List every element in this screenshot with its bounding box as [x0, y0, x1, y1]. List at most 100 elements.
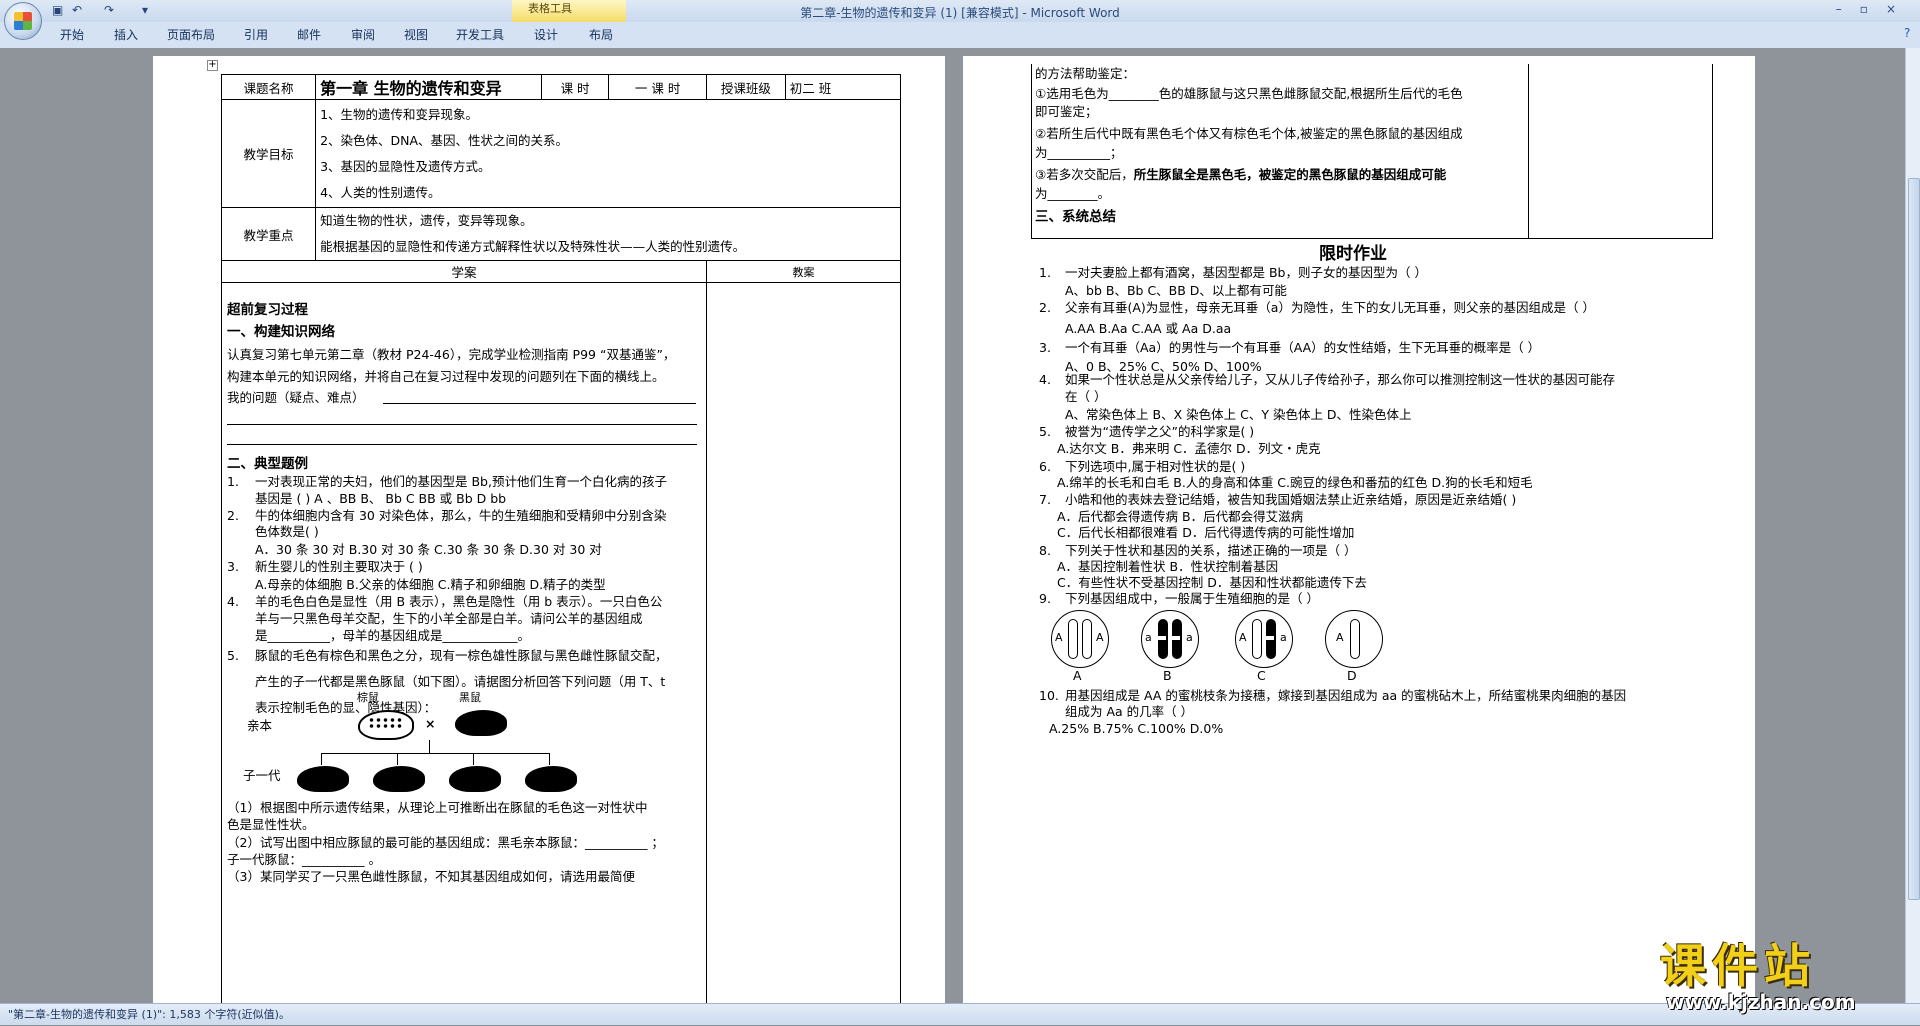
table-divider	[1528, 64, 1529, 238]
hw-number: 10.	[1039, 688, 1059, 703]
chromosome-band	[1266, 636, 1274, 640]
question-text: 羊与一只黑色母羊交配，生下的小羊全部是白羊。请问公羊的基因组成	[255, 611, 643, 626]
paragraph: 为__________；	[1035, 145, 1123, 160]
hw-number: 4.	[1039, 372, 1051, 387]
tab-insert[interactable]: 插入	[114, 26, 138, 43]
class-value: 初二 班	[784, 74, 902, 100]
tab-view[interactable]: 视图	[404, 26, 428, 43]
question-text: 基因是 ( ) A 、BB B、 Bb C BB 或 Bb D bb	[255, 491, 507, 506]
chromosome-icon	[1068, 619, 1078, 659]
page-2[interactable]: 的方法帮助鉴定： ①选用毛色为________色的雄豚鼠与这只黑色雌豚鼠交配,根…	[963, 56, 1755, 1003]
jiaoan-content-cell	[706, 282, 901, 1003]
black-guinea-pig-icon	[297, 766, 349, 792]
gene-label: a	[1145, 631, 1152, 644]
chromosome-icon	[1252, 619, 1262, 659]
hw-options: A．基因控制着性状 B．性状控制着基因	[1057, 559, 1279, 574]
chromosome-icon	[1172, 619, 1182, 659]
question-number: 5.	[227, 648, 239, 663]
question-text: 表示控制毛色的显、隐性基因）：	[255, 700, 437, 715]
status-bar: "第二章-生物的遗传和变异 (1)": 1,583 个字符(近似值)。	[0, 1003, 1920, 1025]
tab-design[interactable]: 设计	[534, 26, 558, 43]
paragraph: 的方法帮助鉴定：	[1035, 66, 1136, 81]
label-brown-guinea-pig: 棕鼠	[357, 691, 379, 704]
tab-references[interactable]: 引用	[244, 26, 268, 43]
chromosome-icon	[1266, 619, 1276, 659]
maximize-button[interactable]: ▫	[1860, 2, 1886, 16]
ribbon-tab-bar: 开始 插入 页面布局 引用 邮件 审阅 视图 开发工具 设计 布局 ?	[0, 22, 1920, 49]
hw-question: 一个有耳垂（Aa）的男性与一个有耳垂（AA）的女性结婚，生下无耳垂的概率是（ ）	[1065, 340, 1541, 355]
window-controls: –▫×	[1836, 2, 1914, 16]
question-text: 羊的毛色白色是显性（用 B 表示），黑色是隐性（用 b 表示）。一只白色公	[255, 594, 663, 609]
watermark-url: www.kjzhan.com	[1666, 990, 1856, 1014]
goals-cell: 1、生物的遗传和变异现象。 2、染色体、DNA、基因、性状之间的关系。 3、基因…	[315, 99, 901, 208]
answer-line	[383, 403, 696, 404]
goals-label: 教学目标	[220, 99, 317, 208]
paragraph-bold: 所生豚鼠全是黑色毛，被鉴定的黑色豚鼠的基因组成可能	[1133, 167, 1447, 182]
table-move-handle-icon[interactable]: +	[207, 60, 218, 71]
hw-options: A.25% B.75% C.100% D.0%	[1049, 721, 1224, 736]
tab-review[interactable]: 审阅	[351, 26, 375, 43]
sub-question: （3）某同学买了一只黑色雌性豚鼠，不知其基因组成如何，请选用最简便	[227, 869, 635, 884]
paragraph: 认真复习第七单元第二章（教材 P24-46），完成学业检测指南 P99 “双基通…	[227, 347, 676, 362]
hw-number: 7.	[1039, 492, 1051, 507]
cell-diagram-d: A	[1325, 610, 1383, 668]
question-text: 豚鼠的毛色有棕色和黑色之分，现有一棕色雄性豚鼠与黑色雌性豚鼠交配，	[255, 648, 668, 663]
document-area: + 课题名称 第一章 生物的遗传和变异 课 时 一 课 时 授课班级 初二 班 …	[0, 48, 1905, 1003]
gene-label: A	[1096, 631, 1104, 644]
pedigree-line	[473, 753, 474, 765]
hw-question: 下列基因组成中，一般属于生殖细胞的是（ ）	[1065, 591, 1319, 606]
page-1[interactable]: + 课题名称 第一章 生物的遗传和变异 课 时 一 课 时 授课班级 初二 班 …	[153, 56, 945, 1003]
black-guinea-pig-icon	[525, 766, 577, 792]
goal-item: 2、染色体、DNA、基因、性状之间的关系。	[320, 132, 569, 148]
question-options: A.母亲的体细胞 B.父亲的体细胞 C.精子和卵细胞 D.精子的类型	[255, 577, 606, 592]
tab-layout[interactable]: 布局	[589, 26, 613, 43]
hw-options: A.AA B.Aa C.AA 或 Aa D.aa	[1065, 321, 1232, 336]
chromosome-band	[1172, 636, 1180, 640]
focus-cell: 知道生物的性状，遗传，变异等现象。 能根据基因的显隐性和传递方式解释性状以及特殊…	[315, 207, 901, 261]
label-black-guinea-pig: 黑鼠	[459, 691, 481, 704]
tab-developer[interactable]: 开发工具	[456, 26, 504, 43]
sub-question: 子一代豚鼠：__________ 。	[227, 852, 381, 867]
tab-mailings[interactable]: 邮件	[297, 26, 321, 43]
chromosome-icon	[1082, 619, 1092, 659]
hw-options: A、常染色体上 B、X 染色体上 C、Y 染色体上 D、性染色体上	[1065, 407, 1412, 422]
offspring-label: 子一代	[243, 768, 281, 783]
hw-number: 3.	[1039, 340, 1051, 355]
office-logo-icon	[14, 12, 32, 30]
my-questions-label: 我的问题（疑点、难点）	[227, 390, 365, 405]
paragraph-start: ③若多次交配后，	[1035, 167, 1134, 182]
tab-home[interactable]: 开始	[60, 26, 84, 43]
question-text: 牛的体细胞内含有 30 对染色体，那么，牛的生殖细胞和受精卵中分别含染	[255, 508, 667, 523]
chromosome-band	[1158, 636, 1166, 640]
pedigree-line	[549, 753, 550, 765]
section-typical-examples: 二、典型题例	[227, 456, 308, 472]
cell-diagram-a: A A	[1051, 610, 1109, 668]
question-text: 产生的子一代都是黑色豚鼠（如下图）。请据图分析回答下列问题（用 T、t	[255, 674, 666, 689]
pedigree-line	[397, 753, 398, 765]
paragraph: ②若所生后代中既有黑色毛个体又有棕色毛个体,被鉴定的黑色豚鼠的基因组成	[1035, 126, 1463, 141]
hw-question: 一对夫妻脸上都有酒窝，基因型都是 Bb，则子女的基因型为（ ）	[1065, 265, 1427, 280]
hw-question: 组成为 Aa 的几率（ ）	[1065, 704, 1194, 719]
minimize-button[interactable]: –	[1836, 2, 1860, 16]
office-button[interactable]	[4, 2, 42, 40]
vertical-scrollbar[interactable]	[1905, 48, 1920, 1003]
focus-label: 教学重点	[220, 207, 317, 261]
paragraph: 构建本单元的知识网络，并将自己在复习过程中发现的问题列在下面的横线上。	[227, 369, 665, 384]
hw-number: 6.	[1039, 459, 1051, 474]
help-icon[interactable]: ?	[1904, 26, 1910, 40]
section-knowledge-network: 一、构建知识网络	[227, 324, 335, 340]
chromosome-icon	[1350, 619, 1360, 659]
paragraph: ③若多次交配后，所生豚鼠全是黑色毛，被鉴定的黑色豚鼠的基因组成可能	[1035, 167, 1446, 183]
brown-guinea-pig-icon	[358, 710, 414, 740]
chromosome-icon	[1158, 619, 1168, 659]
scrollbar-thumb[interactable]	[1908, 178, 1920, 900]
pedigree-line	[321, 753, 322, 765]
tab-page-layout[interactable]: 页面布局	[167, 26, 215, 43]
close-button[interactable]: ×	[1886, 2, 1914, 16]
hw-options: A.达尔文 B．弗来明 C．孟德尔 D．列文・虎克	[1057, 441, 1321, 456]
hw-question: 下列关于性状和基因的关系，描述正确的一项是（ ）	[1065, 543, 1357, 558]
hw-question: 如果一个性状总是从父亲传给儿子，又从儿子传给孙子，那么你可以推测控制这一性状的基…	[1065, 372, 1616, 387]
gene-label: a	[1280, 631, 1287, 644]
course-name: 第一章 生物的遗传和变异	[315, 74, 542, 100]
gene-label: A	[1055, 631, 1063, 644]
